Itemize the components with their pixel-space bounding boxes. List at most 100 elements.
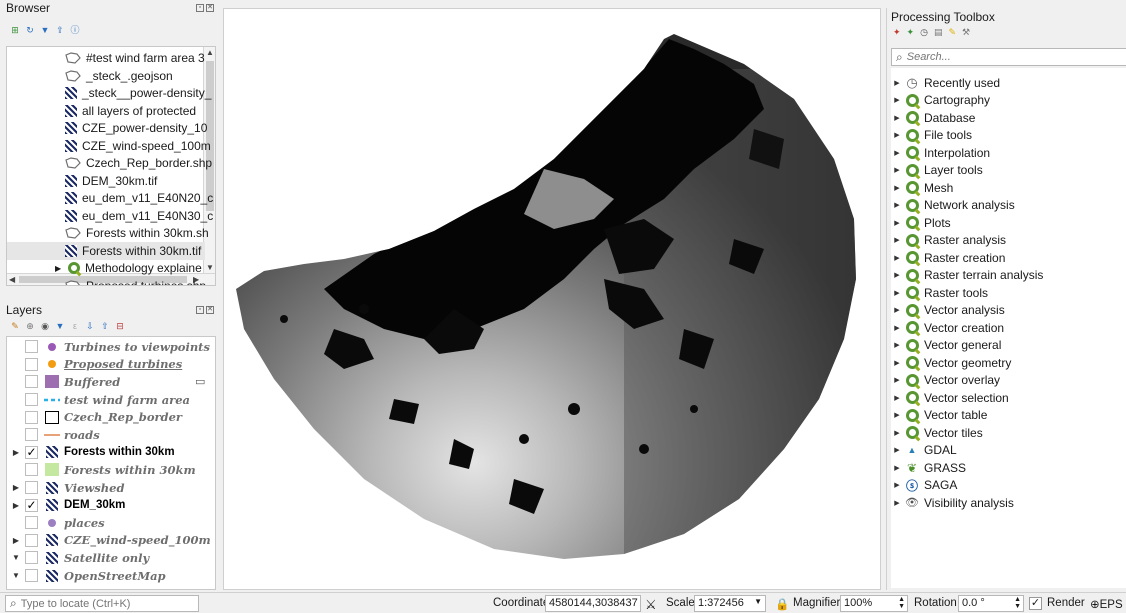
browser-item[interactable]: DEM_30km.tif	[65, 172, 157, 190]
expand-arrow-icon[interactable]: ▶	[891, 481, 903, 489]
layer-row[interactable]: ▶ ✓ Forests within 30km	[7, 444, 215, 462]
expand-arrow-icon[interactable]: ▶	[891, 254, 903, 262]
layer-row[interactable]: roads	[7, 426, 215, 444]
layer-row[interactable]: places	[7, 514, 215, 532]
browser-item[interactable]: Czech_Rep_border.shp	[65, 154, 212, 172]
float-panel-icon[interactable]: ▫	[196, 4, 204, 12]
scroll-down-icon[interactable]: ▼	[206, 263, 214, 272]
browser-item[interactable]: CZE_wind-speed_100m	[65, 137, 211, 155]
layer-row[interactable]: Proposed turbines	[7, 356, 215, 374]
layer-visibility-checkbox[interactable]	[25, 516, 38, 530]
spin-arrows-icon[interactable]: ▲ ▼	[1014, 596, 1021, 610]
history-icon[interactable]: ◷	[920, 27, 928, 38]
layer-row[interactable]: test wind farm area	[7, 391, 215, 409]
toolbox-item[interactable]: ▶ ⓢ SAGA	[891, 477, 957, 495]
expand-arrow-icon[interactable]: ▶	[891, 149, 903, 157]
spin-arrows-icon[interactable]: ▲ ▼	[898, 596, 905, 610]
browser-item[interactable]: #test wind farm area 3	[65, 49, 205, 67]
browser-item[interactable]: _steck_.geojson	[65, 67, 173, 85]
add-group-icon[interactable]: ⊕	[25, 321, 35, 331]
layer-indicator-icon[interactable]: ▭	[195, 375, 205, 388]
toolbox-item[interactable]: ▶ Mesh	[891, 179, 953, 197]
expand-all-icon[interactable]: ⇩	[85, 321, 95, 331]
expand-arrow-icon[interactable]: ▼	[7, 553, 25, 562]
crs-button[interactable]: ⊕EPS	[1090, 597, 1123, 611]
coordinate-field[interactable]: 4580144,3038437	[545, 595, 641, 612]
expand-arrow-icon[interactable]: ▶	[55, 264, 63, 273]
layer-visibility-checkbox[interactable]	[25, 569, 38, 583]
toolbox-item[interactable]: ▶ ❦ GRASS	[891, 459, 966, 477]
expand-arrow-icon[interactable]: ▶	[891, 411, 903, 419]
toolbox-item[interactable]: ▶ Vector selection	[891, 389, 1008, 407]
layer-visibility-checkbox[interactable]	[25, 375, 38, 389]
expand-arrow-icon[interactable]: ▶	[891, 324, 903, 332]
expand-arrow-icon[interactable]: ▶	[891, 341, 903, 349]
browser-item[interactable]: Proposed turbines.shp	[65, 277, 206, 285]
browser-item[interactable]: Forests within 30km.sh	[65, 224, 209, 242]
chevron-down-icon[interactable]: ▼	[754, 597, 762, 606]
scroll-left-icon[interactable]: ◀	[9, 275, 15, 284]
toolbox-item[interactable]: ▶ Layer tools	[891, 162, 982, 180]
layer-row[interactable]: ▶ Viewshed	[7, 479, 215, 497]
collapse-all-icon[interactable]: ⇧	[100, 321, 110, 331]
toolbox-item[interactable]: ▶ File tools	[891, 127, 972, 145]
toolbox-item[interactable]: ▶ Database	[891, 109, 975, 127]
toolbox-item[interactable]: ▶ Vector table	[891, 407, 987, 425]
browser-tree[interactable]: ▲ ▼ ◀ ▶ #test wind farm area 3 _steck_.ge…	[6, 46, 216, 286]
layer-row[interactable]: ▶ CZE_wind-speed_100m	[7, 532, 215, 550]
layer-row[interactable]: Czech_Rep_border	[7, 408, 215, 426]
layer-row[interactable]: Turbines to viewpoints	[7, 338, 215, 356]
expand-arrow-icon[interactable]: ▶	[891, 96, 903, 104]
layer-row[interactable]: ▼ Satellite only	[7, 549, 215, 567]
expand-arrow-icon[interactable]: ▶	[891, 359, 903, 367]
toolbox-item[interactable]: ▶ Raster terrain analysis	[891, 267, 1043, 285]
magnifier-field[interactable]: 100% ▲ ▼	[840, 595, 908, 612]
layer-visibility-checkbox[interactable]	[25, 463, 38, 477]
toolbox-tree[interactable]: ▶ ◷ Recently used ▶ Cartography ▶ Database ▶ Fil…	[891, 68, 1126, 588]
scroll-up-icon[interactable]: ▲	[206, 48, 214, 57]
layer-row[interactable]: Forests within 30km	[7, 461, 215, 479]
add-layer-icon[interactable]: ⊞	[10, 25, 20, 35]
options-wrench-icon[interactable]: ⚒	[962, 27, 970, 38]
expand-arrow-icon[interactable]: ▶	[891, 201, 903, 209]
expand-arrow-icon[interactable]: ▶	[891, 79, 903, 87]
float-panel-icon[interactable]: ▫	[196, 306, 204, 314]
toolbox-item[interactable]: ▶ ◷ Recently used	[891, 74, 1000, 92]
toolbox-item[interactable]: ▶ Vector tiles	[891, 424, 982, 442]
locator-input[interactable]	[20, 597, 191, 610]
browser-item[interactable]: eu_dem_v11_E40N20_c	[65, 189, 213, 207]
close-panel-icon[interactable]: ✕	[206, 4, 214, 12]
layer-visibility-checkbox[interactable]: ✓	[25, 498, 38, 512]
expand-arrow-icon[interactable]: ▶	[7, 536, 25, 545]
browser-item[interactable]: all layers of protected	[65, 102, 196, 120]
layer-visibility-checkbox[interactable]	[25, 393, 38, 407]
scripts-icon[interactable]: ✦	[907, 27, 915, 38]
layers-tree[interactable]: Turbines to viewpoints Proposed turbines B…	[6, 336, 216, 590]
render-checkbox[interactable]: ✓	[1029, 597, 1042, 610]
toolbox-item[interactable]: ▶ Raster tools	[891, 284, 988, 302]
expand-arrow-icon[interactable]: ▶	[891, 446, 903, 454]
toolbox-item[interactable]: ▶ Cartography	[891, 92, 990, 110]
browser-item[interactable]: _steck__power-density_	[65, 84, 211, 102]
filter-legend-icon[interactable]: ▼	[55, 321, 65, 331]
expand-arrow-icon[interactable]: ▶	[891, 464, 903, 472]
models-icon[interactable]: ✦	[893, 27, 901, 38]
locator-bar[interactable]: ⌕	[5, 595, 199, 612]
expand-arrow-icon[interactable]: ▶	[7, 448, 25, 457]
toolbox-item[interactable]: ▶ Interpolation	[891, 144, 990, 162]
browser-item[interactable]: Forests within 30km.tif	[7, 241, 205, 260]
toolbox-item[interactable]: ▶ Network analysis	[891, 197, 1014, 215]
toolbox-item[interactable]: ▶ Vector overlay	[891, 372, 1000, 390]
toolbox-item[interactable]: ▶ Vector geometry	[891, 354, 1011, 372]
expand-arrow-icon[interactable]: ▼	[7, 571, 25, 580]
expand-arrow-icon[interactable]: ▶	[891, 394, 903, 402]
results-icon[interactable]: ▤	[934, 27, 943, 38]
toolbox-search-input[interactable]	[906, 51, 1107, 63]
layer-visibility-checkbox[interactable]	[25, 357, 38, 371]
filter-icon[interactable]: ▼	[40, 25, 50, 35]
scale-field[interactable]: 1:372456 ▼	[694, 595, 766, 612]
layer-row[interactable]: Buffered ▭	[7, 373, 215, 391]
expand-arrow-icon[interactable]: ▶	[891, 271, 903, 279]
layer-visibility-checkbox[interactable]	[25, 410, 38, 424]
browser-item[interactable]: ▶ Methodology explaine	[55, 259, 202, 277]
